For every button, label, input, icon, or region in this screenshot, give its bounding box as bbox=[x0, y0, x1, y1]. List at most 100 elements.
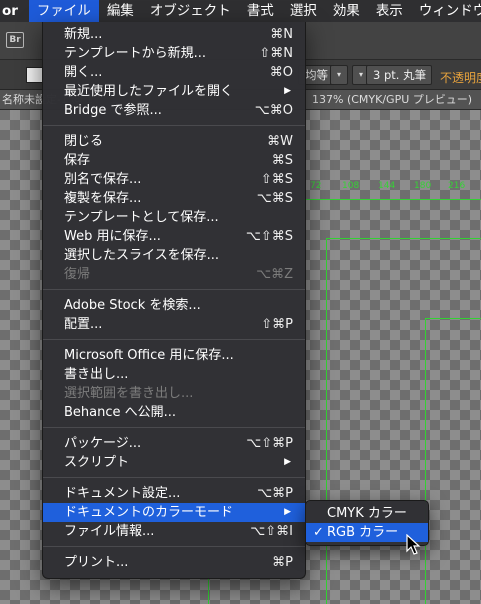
menu-item-label: 書き出し... bbox=[64, 367, 129, 382]
menu-item-shortcut: ⇧⌘S bbox=[260, 172, 293, 187]
menu-item-label: 別名で保存... bbox=[64, 172, 142, 187]
menu-item-label: 複製を保存... bbox=[64, 191, 142, 206]
menu-item-shortcut: ⇧⌘N bbox=[259, 46, 293, 61]
file-menu-item[interactable]: 開く... ⌘O bbox=[43, 63, 305, 82]
menu-item-shortcut: ⌥⇧⌘P bbox=[246, 436, 293, 451]
menu-item-label: 復帰 bbox=[64, 267, 91, 282]
menu-item-label: 保存 bbox=[64, 153, 91, 168]
menu-separator bbox=[43, 546, 305, 547]
app-name-menu[interactable]: or CC bbox=[0, 0, 29, 41]
file-menu-item[interactable]: ドキュメントのカラーモード ▶ bbox=[43, 503, 305, 522]
file-menu-item[interactable]: パッケージ... ⌥⇧⌘P bbox=[43, 434, 305, 453]
file-menu-item[interactable]: Behance へ公開... bbox=[43, 403, 305, 422]
file-menu-item[interactable]: 保存 ⌘S bbox=[43, 151, 305, 170]
file-menu-item[interactable]: テンプレートから新規... ⇧⌘N bbox=[43, 44, 305, 63]
menu-edit[interactable]: 編集 bbox=[99, 0, 142, 22]
file-menu-item[interactable]: 別名で保存... ⇧⌘S bbox=[43, 170, 305, 189]
menu-item-label: 閉じる bbox=[64, 134, 104, 149]
artboard-ruler: 72 108 144 180 216 bbox=[300, 178, 481, 196]
menu-item-shortcut: ⌘P bbox=[272, 555, 293, 570]
menu-separator bbox=[43, 427, 305, 428]
opacity-link[interactable]: 不透明度 bbox=[440, 69, 481, 86]
menu-separator bbox=[43, 477, 305, 478]
menu-item-shortcut: ⌘S bbox=[271, 153, 293, 168]
menu-item-shortcut: ⌥⌘S bbox=[256, 191, 293, 206]
file-menu-item[interactable]: ファイル情報... ⌥⇧⌘I bbox=[43, 522, 305, 541]
file-menu-item[interactable]: テンプレートとして保存... bbox=[43, 208, 305, 227]
menu-item-shortcut: ⌥⇧⌘I bbox=[250, 524, 293, 539]
file-menu-item[interactable]: Web 用に保存... ⌥⇧⌘S bbox=[43, 227, 305, 246]
ruler-tick-label: 180 bbox=[414, 181, 432, 191]
file-menu-item: 復帰 ⌥⌘Z bbox=[43, 265, 305, 284]
submenu-item-label: RGB カラー bbox=[327, 525, 399, 540]
menu-item-label: 選択したスライスを保存... bbox=[64, 248, 220, 263]
menu-item-label: ドキュメントのカラーモード bbox=[64, 505, 234, 520]
mouse-cursor-icon bbox=[406, 534, 421, 555]
ruler-tick-label: 144 bbox=[378, 181, 396, 191]
menu-item-label: Web 用に保存... bbox=[64, 229, 161, 244]
menu-item-label: プリント... bbox=[64, 555, 129, 570]
file-menu-item[interactable]: Bridge で参照... ⌥⌘O bbox=[43, 101, 305, 120]
menu-window[interactable]: ウィンドウ bbox=[411, 0, 481, 22]
artboard-inner-bounds bbox=[425, 318, 481, 604]
menu-bar: or CC ファイル 編集 オブジェクト 書式 選択 効果 表示 ウィンドウ bbox=[0, 0, 481, 41]
file-menu-item[interactable]: 複製を保存... ⌥⌘S bbox=[43, 189, 305, 208]
submenu-item-label: CMYK カラー bbox=[327, 506, 407, 521]
file-menu-item[interactable]: プリント... ⌘P bbox=[43, 553, 305, 572]
submenu-arrow-icon: ▶ bbox=[284, 507, 291, 517]
menu-item-shortcut: ⌘W bbox=[267, 134, 293, 149]
menu-item-label: パッケージ... bbox=[64, 436, 142, 451]
menu-item-label: 新規... bbox=[64, 27, 103, 42]
menu-file[interactable]: ファイル bbox=[28, 0, 99, 22]
menu-object[interactable]: オブジェクト bbox=[142, 0, 239, 22]
file-menu-item[interactable]: 選択したスライスを保存... bbox=[43, 246, 305, 265]
menu-item-shortcut: ⌘N bbox=[270, 27, 293, 42]
file-menu-item[interactable]: スクリプト ▶ bbox=[43, 453, 305, 472]
file-menu-item[interactable]: ドキュメント設定... ⌥⌘P bbox=[43, 484, 305, 503]
file-menu-item[interactable]: 閉じる ⌘W bbox=[43, 132, 305, 151]
document-tab-zoom-mode: 137% (CMYK/GPU プレビュー) bbox=[312, 93, 473, 106]
menu-item-shortcut: ⌥⌘Z bbox=[256, 267, 293, 282]
cmyk-color-item[interactable]: CMYK カラー bbox=[306, 504, 428, 523]
menu-effect[interactable]: 効果 bbox=[325, 0, 368, 22]
ruler-tick-label: 72 bbox=[310, 181, 322, 191]
menu-view[interactable]: 表示 bbox=[368, 0, 411, 22]
file-menu-item[interactable]: 配置... ⇧⌘P bbox=[43, 315, 305, 334]
bridge-button[interactable]: Br bbox=[6, 32, 24, 48]
brush-dropdown[interactable]: 3 pt. 丸筆 bbox=[366, 65, 432, 85]
submenu-arrow-icon: ▶ bbox=[284, 457, 291, 467]
menu-item-shortcut: ⇧⌘P bbox=[261, 317, 293, 332]
menu-item-label: 配置... bbox=[64, 317, 103, 332]
checkmark-icon: ✓ bbox=[313, 525, 324, 540]
submenu-arrow-icon: ▶ bbox=[284, 86, 291, 96]
menu-item-shortcut: ⌘O bbox=[269, 65, 293, 80]
ruler-tick-label: 216 bbox=[448, 181, 466, 191]
menu-item-label: ドキュメント設定... bbox=[64, 486, 181, 501]
file-menu-item[interactable]: 書き出し... bbox=[43, 365, 305, 384]
file-menu-item[interactable]: 最近使用したファイルを開く ▶ bbox=[43, 82, 305, 101]
menu-item-label: Microsoft Office 用に保存... bbox=[64, 348, 234, 363]
menu-item-shortcut: ⌥⌘P bbox=[257, 486, 293, 501]
file-menu: 新規... ⌘N テンプレートから新規... ⇧⌘N 開く... ⌘O 最近使用したファイル… bbox=[42, 22, 306, 579]
menu-item-label: Adobe Stock を検索... bbox=[64, 298, 201, 313]
menu-item-shortcut: ⌥⇧⌘S bbox=[245, 229, 293, 244]
menu-item-label: Bridge で参照... bbox=[64, 103, 162, 118]
menu-item-label: 選択範囲を書き出し... bbox=[64, 386, 194, 401]
menu-item-label: 開く... bbox=[64, 65, 103, 80]
artboard-guide-vertical bbox=[208, 575, 209, 604]
menu-item-label: テンプレートとして保存... bbox=[64, 210, 219, 225]
menu-separator bbox=[43, 289, 305, 290]
menu-item-label: Behance へ公開... bbox=[64, 405, 177, 420]
artboard-guide bbox=[300, 199, 481, 200]
menu-item-shortcut: ⌥⌘O bbox=[254, 103, 293, 118]
menu-item-label: テンプレートから新規... bbox=[64, 46, 207, 61]
stroke-profile-arrow-icon[interactable]: ▾ bbox=[330, 65, 348, 85]
file-menu-item[interactable]: 新規... ⌘N bbox=[43, 25, 305, 44]
file-menu-item[interactable]: Microsoft Office 用に保存... bbox=[43, 346, 305, 365]
menu-type[interactable]: 書式 bbox=[239, 0, 282, 22]
menu-separator bbox=[43, 339, 305, 340]
file-menu-item[interactable]: Adobe Stock を検索... bbox=[43, 296, 305, 315]
menu-select[interactable]: 選択 bbox=[282, 0, 325, 22]
menu-item-label: ファイル情報... bbox=[64, 524, 155, 539]
menu-item-label: 最近使用したファイルを開く bbox=[64, 84, 234, 99]
